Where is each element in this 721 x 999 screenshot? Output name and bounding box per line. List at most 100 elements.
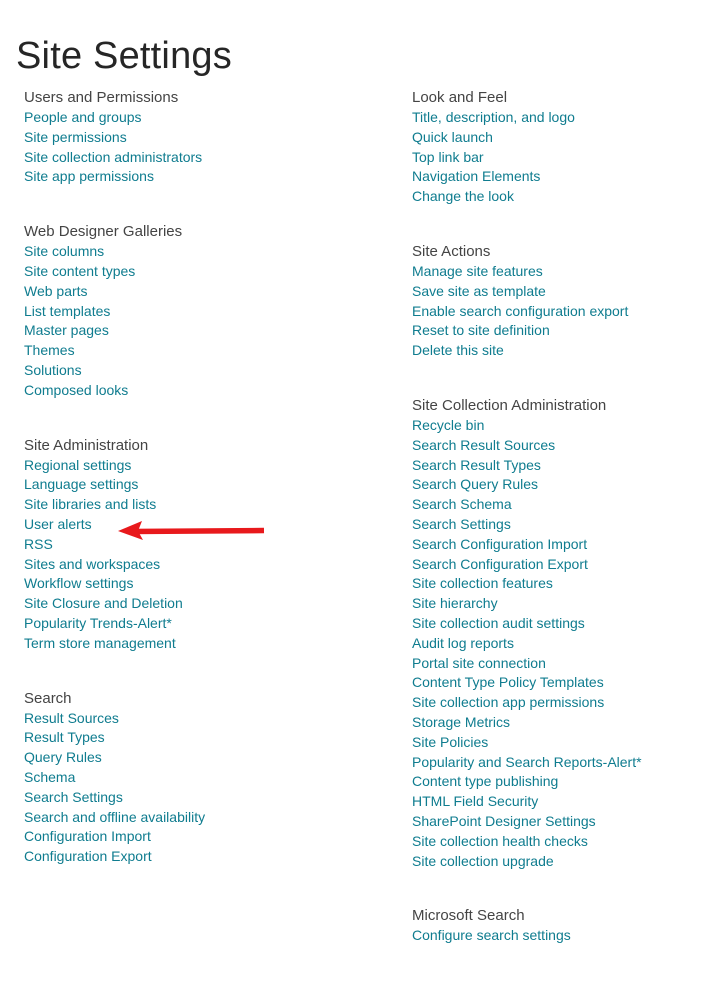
settings-link[interactable]: Site collection health checks xyxy=(412,832,588,852)
list-item: Portal site connection xyxy=(412,654,712,674)
settings-link[interactable]: Site collection app permissions xyxy=(412,693,604,713)
settings-link[interactable]: Recycle bin xyxy=(412,416,484,436)
settings-link[interactable]: Site content types xyxy=(24,262,135,282)
settings-link[interactable]: Popularity Trends-Alert* xyxy=(24,614,172,634)
section-heading: Site Administration xyxy=(24,436,149,454)
section-heading: Users and Permissions xyxy=(24,89,179,106)
settings-link[interactable]: Search Schema xyxy=(412,495,512,515)
list-item: Save site as template xyxy=(412,282,712,302)
settings-link[interactable]: Content Type Policy Templates xyxy=(412,673,604,693)
settings-column-right: Look and Feel Title, description, and log… xyxy=(412,88,712,946)
settings-link[interactable]: Delete this site xyxy=(412,341,504,361)
settings-link[interactable]: Storage Metrics xyxy=(412,713,510,733)
settings-link[interactable]: User alerts xyxy=(24,515,92,535)
settings-link[interactable]: Site columns xyxy=(24,242,104,262)
list-item: Site collection upgrade xyxy=(412,852,712,872)
list-item: Configure search settings xyxy=(412,926,712,946)
settings-link[interactable]: Sites and workspaces xyxy=(24,555,160,575)
list-item: Regional settings xyxy=(24,456,394,476)
settings-link[interactable]: Site app permissions xyxy=(24,167,154,187)
settings-link[interactable]: People and groups xyxy=(24,108,142,128)
section-heading: Site Collection Administration xyxy=(412,396,607,414)
settings-link[interactable]: Search Result Sources xyxy=(412,436,555,456)
settings-section: Search Result Sources Result Types Query Ru… xyxy=(24,689,394,867)
settings-link[interactable]: Search Configuration Export xyxy=(412,555,588,575)
list-item: Site columns xyxy=(24,242,394,262)
settings-link[interactable]: Quick launch xyxy=(412,128,493,148)
settings-column-left: Users and Permissions People and groups Si… xyxy=(24,88,394,867)
section-heading: Look and Feel xyxy=(412,89,508,106)
settings-link[interactable]: Result Types xyxy=(24,728,105,748)
settings-link[interactable]: Configure search settings xyxy=(412,926,571,946)
settings-link[interactable]: Site libraries and lists xyxy=(24,495,156,515)
list-item: Search and offline availability xyxy=(24,808,394,828)
settings-link[interactable]: Language settings xyxy=(24,475,138,495)
settings-link[interactable]: Site hierarchy xyxy=(412,594,498,614)
settings-link[interactable]: Top link bar xyxy=(412,148,484,168)
list-item: Master pages xyxy=(24,321,394,341)
settings-link[interactable]: Search Result Types xyxy=(412,456,541,476)
settings-link[interactable]: Web parts xyxy=(24,282,88,302)
settings-link[interactable]: Schema xyxy=(24,768,75,788)
settings-link[interactable]: Query Rules xyxy=(24,748,102,768)
settings-link[interactable]: Term store management xyxy=(24,634,176,654)
settings-link[interactable]: Composed looks xyxy=(24,381,128,401)
settings-link[interactable]: Portal site connection xyxy=(412,654,546,674)
settings-link[interactable]: Site Closure and Deletion xyxy=(24,594,183,614)
list-item: Query Rules xyxy=(24,748,394,768)
settings-link[interactable]: Configuration Export xyxy=(24,847,152,867)
settings-link[interactable]: Popularity and Search Reports-Alert* xyxy=(412,753,642,773)
settings-link[interactable]: Search Settings xyxy=(412,515,511,535)
settings-link[interactable]: List templates xyxy=(24,302,110,322)
settings-link[interactable]: Search and offline availability xyxy=(24,808,205,828)
settings-link[interactable]: Search Configuration Import xyxy=(412,535,587,555)
settings-link[interactable]: Content type publishing xyxy=(412,772,558,792)
settings-link[interactable]: Site collection upgrade xyxy=(412,852,554,872)
section-heading: Microsoft Search xyxy=(412,907,525,925)
list-item: Site Policies xyxy=(412,733,712,753)
list-item: Term store management xyxy=(24,634,394,654)
settings-link[interactable]: Navigation Elements xyxy=(412,167,540,187)
settings-link[interactable]: Result Sources xyxy=(24,709,119,729)
settings-link[interactable]: Site collection administrators xyxy=(24,148,202,168)
settings-link[interactable]: Configuration Import xyxy=(24,827,151,847)
settings-link-list: Configure search settings xyxy=(412,926,712,946)
settings-link[interactable]: SharePoint Designer Settings xyxy=(412,812,596,832)
list-item: Sites and workspaces xyxy=(24,555,394,575)
settings-link[interactable]: Site collection features xyxy=(412,574,553,594)
list-item: HTML Field Security xyxy=(412,792,712,812)
settings-link-list: Manage site features Save site as templat… xyxy=(412,262,712,361)
list-item: Site collection administrators xyxy=(24,148,394,168)
settings-link[interactable]: Reset to site definition xyxy=(412,321,550,341)
settings-link[interactable]: Enable search configuration export xyxy=(412,302,628,322)
settings-link[interactable]: Site collection audit settings xyxy=(412,614,585,634)
settings-link[interactable]: RSS xyxy=(24,535,53,555)
list-item: Site collection features xyxy=(412,574,712,594)
settings-link[interactable]: Search Settings xyxy=(24,788,123,808)
settings-link[interactable]: Manage site features xyxy=(412,262,543,282)
settings-link[interactable]: Audit log reports xyxy=(412,634,514,654)
list-item: Site collection audit settings xyxy=(412,614,712,634)
list-item: Configuration Import xyxy=(24,827,394,847)
settings-link[interactable]: Site Policies xyxy=(412,733,488,753)
settings-link-list: Title, description, and logo Quick launch… xyxy=(412,108,712,207)
list-item: Popularity Trends-Alert* xyxy=(24,614,394,634)
list-item: Quick launch xyxy=(412,128,712,148)
settings-link[interactable]: Site permissions xyxy=(24,128,127,148)
settings-link[interactable]: Workflow settings xyxy=(24,574,133,594)
settings-link-list: Regional settings Language settings Site l… xyxy=(24,456,394,654)
list-item: Top link bar xyxy=(412,148,712,168)
settings-link[interactable]: Master pages xyxy=(24,321,109,341)
settings-section: Site Collection Administration Recycle bi… xyxy=(412,396,712,871)
settings-link[interactable]: Themes xyxy=(24,341,75,361)
settings-link[interactable]: Title, description, and logo xyxy=(412,108,575,128)
list-item: Result Sources xyxy=(24,709,394,729)
settings-link[interactable]: HTML Field Security xyxy=(412,792,538,812)
list-item: Search Settings xyxy=(24,788,394,808)
settings-link[interactable]: Regional settings xyxy=(24,456,131,476)
settings-link[interactable]: Change the look xyxy=(412,187,514,207)
list-item: Site libraries and lists xyxy=(24,495,394,515)
settings-link[interactable]: Save site as template xyxy=(412,282,546,302)
settings-link[interactable]: Solutions xyxy=(24,361,82,381)
settings-link[interactable]: Search Query Rules xyxy=(412,475,538,495)
